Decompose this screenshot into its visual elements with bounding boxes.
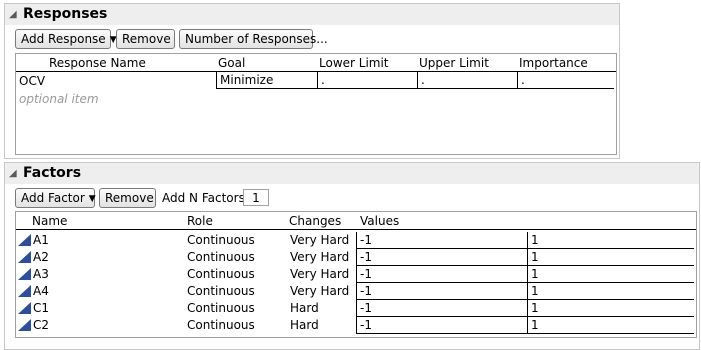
factor-role[interactable]: Continuous: [187, 318, 255, 332]
continuous-factor-icon: [18, 302, 31, 314]
response-name-cell[interactable]: OCV: [19, 74, 45, 88]
factor-name[interactable]: A4: [33, 284, 49, 298]
continuous-factor-icon: [18, 285, 31, 297]
factor-row[interactable]: A3 Continuous Very Hard -1 1: [16, 266, 696, 283]
factor-high-value[interactable]: 1: [527, 232, 694, 249]
number-of-responses-button[interactable]: Number of Responses...: [179, 29, 328, 49]
dropdown-arrow-icon: ▼: [88, 194, 96, 204]
factor-low-value[interactable]: -1: [356, 249, 527, 266]
factor-changes[interactable]: Very Hard: [290, 250, 349, 264]
factor-role[interactable]: Continuous: [187, 250, 255, 264]
col-lower-limit: Lower Limit: [319, 56, 389, 70]
col-upper-limit: Upper Limit: [419, 56, 489, 70]
col-response-name: Response Name: [49, 56, 146, 70]
factor-name[interactable]: A2: [33, 250, 49, 264]
add-response-button[interactable]: Add Response ▼: [15, 29, 117, 49]
factor-low-value[interactable]: -1: [356, 283, 527, 300]
remove-response-button[interactable]: Remove: [116, 29, 175, 49]
continuous-factor-icon: [18, 234, 31, 246]
factor-name[interactable]: C1: [33, 301, 49, 315]
header-divider: [16, 229, 696, 230]
col-importance: Importance: [519, 56, 588, 70]
factors-outline-header[interactable]: ◢ Factors: [4, 162, 700, 185]
col-changes: Changes: [289, 214, 342, 228]
factor-row[interactable]: A1 Continuous Very Hard -1 1: [16, 232, 696, 249]
col-goal: Goal: [218, 56, 246, 70]
continuous-factor-icon: [18, 251, 31, 263]
factor-changes[interactable]: Very Hard: [290, 284, 349, 298]
col-name: Name: [32, 214, 68, 228]
factor-row[interactable]: A4 Continuous Very Hard -1 1: [16, 283, 696, 300]
col-role: Role: [187, 214, 213, 228]
responses-title: Responses: [23, 6, 108, 22]
factor-role[interactable]: Continuous: [187, 284, 255, 298]
remove-factor-button[interactable]: Remove: [99, 188, 156, 208]
factor-low-value[interactable]: -1: [356, 266, 527, 283]
factor-row[interactable]: C1 Continuous Hard -1 1: [16, 300, 696, 317]
col-values: Values: [360, 214, 400, 228]
factors-title: Factors: [23, 165, 82, 181]
disclosure-triangle-icon[interactable]: ◢: [9, 168, 17, 179]
factor-name[interactable]: C2: [33, 318, 49, 332]
factor-low-value[interactable]: -1: [356, 317, 527, 334]
factor-changes[interactable]: Hard: [290, 318, 319, 332]
continuous-factor-icon: [18, 319, 31, 331]
factor-changes[interactable]: Very Hard: [290, 233, 349, 247]
factor-high-value[interactable]: 1: [527, 283, 694, 300]
factor-name[interactable]: A1: [33, 233, 49, 247]
response-importance-cell[interactable]: .: [517, 72, 614, 89]
add-n-factors-label: Add N Factors: [162, 191, 245, 205]
add-factor-button[interactable]: Add Factor ▼: [15, 188, 96, 208]
optional-item-placeholder[interactable]: optional item: [19, 92, 99, 106]
factor-row[interactable]: C2 Continuous Hard -1 1: [16, 317, 696, 334]
factor-role[interactable]: Continuous: [187, 301, 255, 315]
responses-table: Response Name Goal Lower Limit Upper Lim…: [15, 53, 617, 155]
factor-role[interactable]: Continuous: [187, 233, 255, 247]
response-lower-limit-cell[interactable]: .: [317, 72, 417, 89]
factor-high-value[interactable]: 1: [527, 300, 694, 317]
factor-changes[interactable]: Very Hard: [290, 267, 349, 281]
factor-changes[interactable]: Hard: [290, 301, 319, 315]
factor-row[interactable]: A2 Continuous Very Hard -1 1: [16, 249, 696, 266]
response-goal-cell[interactable]: Minimize: [216, 72, 317, 89]
response-upper-limit-cell[interactable]: .: [417, 72, 517, 89]
add-factor-label: Add Factor: [21, 191, 85, 205]
factor-low-value[interactable]: -1: [356, 300, 527, 317]
factor-high-value[interactable]: 1: [527, 317, 694, 334]
responses-outline-header[interactable]: ◢ Responses: [4, 3, 620, 26]
factor-name[interactable]: A3: [33, 267, 49, 281]
factors-table: Name Role Changes Values A1 Continuous V…: [15, 211, 697, 338]
disclosure-triangle-icon[interactable]: ◢: [9, 9, 17, 20]
add-n-factors-input[interactable]: 1: [243, 189, 269, 206]
factor-high-value[interactable]: 1: [527, 266, 694, 283]
factor-role[interactable]: Continuous: [187, 267, 255, 281]
continuous-factor-icon: [18, 268, 31, 280]
factor-low-value[interactable]: -1: [356, 232, 527, 249]
factor-high-value[interactable]: 1: [527, 249, 694, 266]
add-response-label: Add Response: [21, 32, 106, 46]
